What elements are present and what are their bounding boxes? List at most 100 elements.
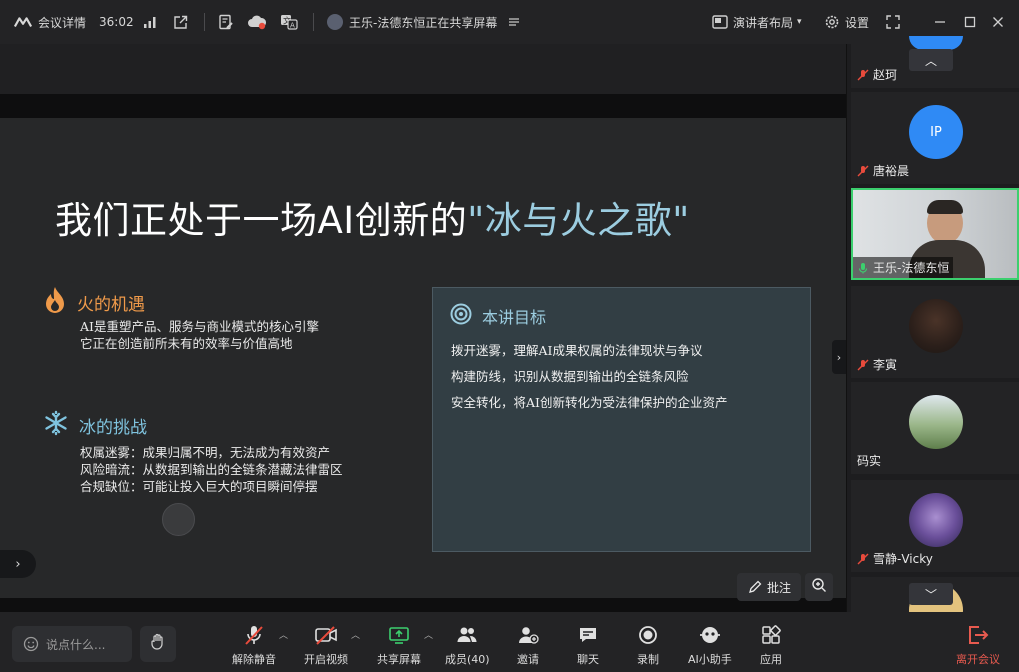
goals-heading: 本讲目标 xyxy=(450,303,546,329)
goal-line: 构建防线，识别从数据到输出的全链条风险 xyxy=(451,369,689,384)
mic-off-icon xyxy=(857,359,869,371)
bottom-toolbar: 说点什么... 解除静音 ︿ 开启视频 ︿ 共享屏幕 ︿ 成员(40) 邀请 聊… xyxy=(0,612,1019,672)
avatar xyxy=(909,299,963,353)
chevron-up-icon[interactable]: ︿ xyxy=(279,628,288,641)
ice-line: 权属迷雾：成果归属不明，无法成为有效资产 xyxy=(80,445,331,460)
avatar: IP xyxy=(909,105,963,159)
meeting-duration: 36:02 xyxy=(99,15,134,29)
share-screen-icon xyxy=(388,624,410,646)
scroll-up-button[interactable]: ︿ xyxy=(909,49,953,71)
participant-name-row: 李寅 xyxy=(857,356,897,373)
annotate-button[interactable]: 批注 xyxy=(737,573,801,601)
layout-button[interactable]: 演讲者布局 ▾ xyxy=(711,0,802,44)
start-video-button[interactable]: 开启视频 xyxy=(304,624,348,668)
ai-assistant-button[interactable]: AI小助手 xyxy=(688,624,732,668)
record-icon xyxy=(638,624,658,646)
layout-icon xyxy=(711,13,729,31)
expand-left-button[interactable]: › xyxy=(0,550,36,578)
fire-line: AI是重塑产品、服务与商业模式的核心引擎 xyxy=(80,319,319,334)
share-screen-button[interactable]: 共享屏幕 xyxy=(377,624,421,668)
ai-assistant-label: AI小助手 xyxy=(688,653,732,666)
target-icon xyxy=(450,303,472,329)
zoom-button[interactable] xyxy=(805,573,833,601)
start-video-label: 开启视频 xyxy=(304,653,348,666)
record-label: 录制 xyxy=(637,653,659,666)
participant-name-row: 赵珂 xyxy=(857,66,897,83)
signal-icon[interactable] xyxy=(143,0,157,44)
say-something-input[interactable]: 说点什么... xyxy=(12,626,132,662)
add-user-icon xyxy=(517,624,539,646)
avatar xyxy=(909,493,963,547)
ai-assistant-icon xyxy=(699,624,721,646)
cloud-record-icon[interactable] xyxy=(247,0,267,44)
app-logo-icon xyxy=(14,13,32,31)
meeting-window: 会议详情 36:02 文A 王乐-法德东恒正在共享屏幕 演讲者布局 ▾ 设置 我… xyxy=(0,0,1019,672)
fire-section-heading: 火的机遇 xyxy=(43,286,145,319)
fire-heading-text: 火的机遇 xyxy=(77,295,145,315)
ice-section-heading: 冰的挑战 xyxy=(43,410,147,441)
raise-hand-button[interactable] xyxy=(140,626,176,662)
chevron-right-icon: › xyxy=(836,350,842,364)
snowflake-icon xyxy=(43,410,69,441)
chevron-down-icon: ▾ xyxy=(797,17,802,27)
chevron-up-icon: ︿ xyxy=(924,53,937,68)
apps-button[interactable]: 应用 xyxy=(760,624,782,668)
ice-heading-text: 冰的挑战 xyxy=(79,418,147,438)
stage-top-area xyxy=(0,44,846,94)
fire-line: 它正在创造前所未有的效率与价值高地 xyxy=(80,336,293,351)
chat-label: 聊天 xyxy=(577,653,599,666)
goal-line: 安全转化，将AI创新转化为受法律保护的企业资产 xyxy=(451,395,728,410)
maximize-icon[interactable] xyxy=(964,0,976,44)
members-button[interactable]: 成员(40) xyxy=(445,624,490,668)
mic-off-icon xyxy=(857,69,869,81)
gear-icon xyxy=(823,13,841,31)
participant-tile[interactable]: IP 唐裕晨 xyxy=(851,92,1019,184)
participant-video-tile[interactable]: 王乐-法德东恒 xyxy=(851,188,1019,280)
unmute-button[interactable]: 解除静音 xyxy=(232,624,276,668)
exit-icon xyxy=(967,624,989,646)
stage-letterbox-top xyxy=(0,94,846,118)
avatar xyxy=(909,36,963,50)
scroll-down-button[interactable]: ﹀ xyxy=(909,583,953,605)
camera-off-icon xyxy=(314,624,338,646)
chat-button[interactable]: 聊天 xyxy=(577,624,599,668)
chevron-down-icon: ﹀ xyxy=(924,587,937,602)
mic-off-icon xyxy=(857,165,869,177)
stage-letterbox-bottom xyxy=(0,598,846,612)
members-icon xyxy=(456,624,478,646)
chat-icon xyxy=(578,624,598,646)
translate-icon[interactable]: 文A xyxy=(280,0,298,44)
chevron-up-icon[interactable]: ︿ xyxy=(424,628,433,641)
participant-name-row: 唐裕晨 xyxy=(857,162,909,179)
participant-tile[interactable]: 码实 xyxy=(851,382,1019,474)
leave-label: 离开会议 xyxy=(956,653,1000,666)
avatar xyxy=(909,395,963,449)
collapse-panel-button[interactable]: › xyxy=(832,340,846,374)
zoom-in-icon xyxy=(811,577,827,597)
speaker-hair xyxy=(927,200,963,214)
share-notice[interactable]: 王乐-法德东恒正在共享屏幕 xyxy=(327,0,523,44)
say-placeholder: 说点什么... xyxy=(46,637,106,652)
slide-title-highlight: "冰与火之歌" xyxy=(467,199,690,242)
fullscreen-icon[interactable] xyxy=(886,0,900,44)
share-notice-text: 王乐-法德东恒正在共享屏幕 xyxy=(349,15,498,30)
chevron-up-icon[interactable]: ︿ xyxy=(351,628,360,641)
document-edit-icon[interactable] xyxy=(218,0,234,44)
participant-tile[interactable]: 李寅 xyxy=(851,286,1019,378)
members-label: 成员(40) xyxy=(445,653,490,666)
participant-tile[interactable]: 雪静-Vicky xyxy=(851,480,1019,572)
hand-icon xyxy=(149,633,167,655)
participant-name: 唐裕晨 xyxy=(873,164,910,178)
invite-button[interactable]: 邀请 xyxy=(517,624,539,668)
menu-lines-icon xyxy=(505,13,523,31)
settings-button[interactable]: 设置 xyxy=(823,0,869,44)
record-button[interactable]: 录制 xyxy=(637,624,659,668)
apps-grid-icon xyxy=(761,624,781,646)
popout-icon[interactable] xyxy=(173,0,188,44)
pen-icon xyxy=(747,578,763,596)
share-screen-label: 共享屏幕 xyxy=(377,653,421,666)
close-icon[interactable] xyxy=(992,0,1004,44)
meeting-details-button[interactable]: 会议详情 xyxy=(14,0,86,44)
goals-box: 本讲目标 拨开迷雾，理解AI成果权属的法律现状与争议 构建防线，识别从数据到输出… xyxy=(432,287,811,552)
leave-meeting-button[interactable]: 离开会议 xyxy=(956,624,1000,668)
